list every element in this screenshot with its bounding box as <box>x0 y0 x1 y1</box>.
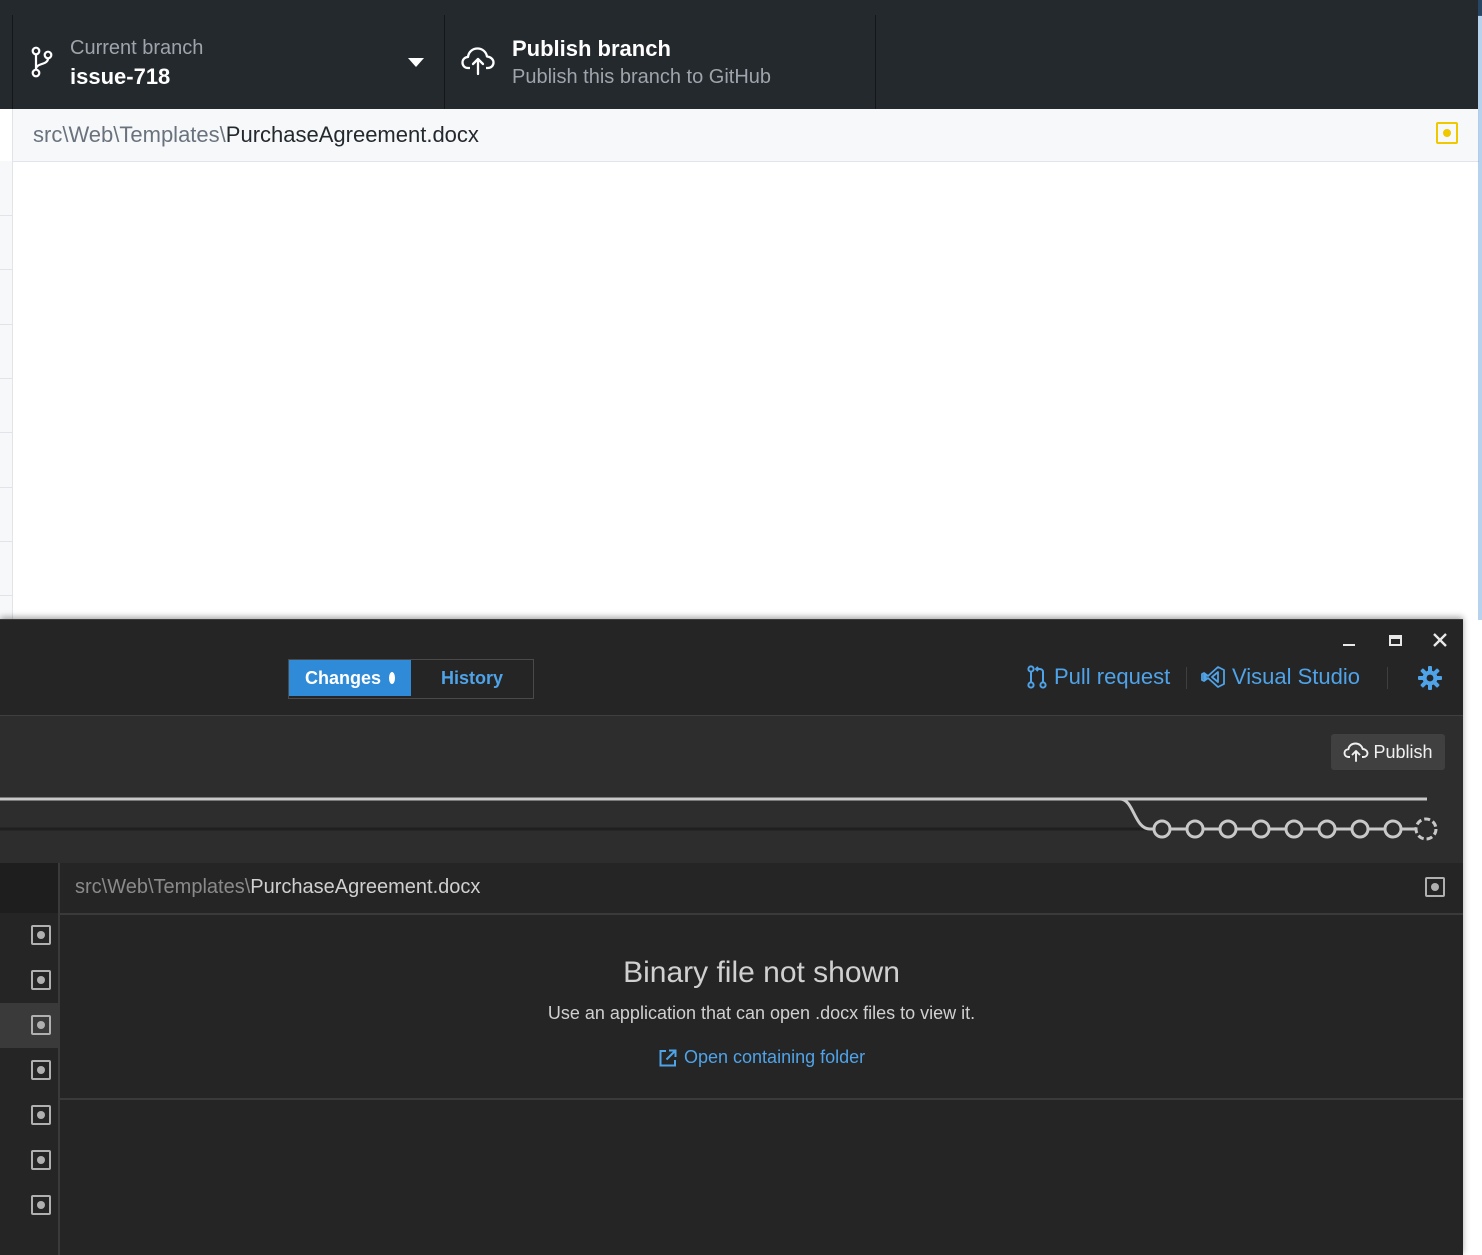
commit-node[interactable] <box>1251 819 1271 839</box>
toolbar-separator <box>1186 667 1187 689</box>
commit-node[interactable] <box>1152 819 1172 839</box>
cloud-upload-icon <box>1344 742 1369 762</box>
file-path-filename: PurchaseAgreement.docx <box>250 876 481 898</box>
list-divider <box>0 595 12 596</box>
visual-studio-icon <box>1201 666 1225 688</box>
list-divider <box>0 432 12 433</box>
file-list-item[interactable] <box>0 1183 58 1228</box>
title-bar: Changes History Pull request Visual Stud… <box>0 620 1463 716</box>
chevron-down-icon <box>408 58 424 67</box>
minimize-button[interactable] <box>1334 628 1364 652</box>
external-link-icon <box>659 1049 677 1066</box>
list-divider <box>0 541 12 542</box>
current-branch-button[interactable]: Current branch issue-718 <box>13 15 445 109</box>
modified-status-icon <box>1436 122 1458 144</box>
file-path: src\Web\Templates\PurchaseAgreement.docx <box>75 876 480 899</box>
pull-request-label: Pull request <box>1054 664 1171 689</box>
branch-name: issue-718 <box>70 64 171 89</box>
title-strip <box>0 0 1482 16</box>
list-divider <box>0 378 12 379</box>
file-list-item[interactable] <box>0 1003 58 1048</box>
maximize-button[interactable] <box>1380 628 1410 652</box>
changed-files-list <box>0 161 13 620</box>
tab-history[interactable]: History <box>411 660 533 696</box>
file-list-item[interactable] <box>0 1048 58 1093</box>
file-list-item[interactable] <box>0 1138 58 1183</box>
commit-node[interactable] <box>1414 817 1438 841</box>
changes-indicator-dot <box>389 672 395 684</box>
modified-status-icon <box>31 970 51 990</box>
diff-file-header: src\Web\Templates\PurchaseAgreement.docx <box>60 863 1463 915</box>
binary-file-title: Binary file not shown <box>623 956 900 989</box>
list-divider <box>0 215 12 216</box>
tab-changes[interactable]: Changes <box>289 660 411 696</box>
foreground-window: Changes History Pull request Visual Stud… <box>0 619 1463 1255</box>
current-branch-label: Current branch <box>70 37 204 59</box>
file-path-directory: src\Web\Templates\ <box>33 122 226 147</box>
commit-node[interactable] <box>1284 819 1304 839</box>
git-branch-icon <box>31 46 53 83</box>
gear-icon <box>1418 666 1442 690</box>
modified-status-icon <box>31 1150 51 1170</box>
modified-status-icon <box>1425 877 1445 897</box>
commit-node[interactable] <box>1317 819 1337 839</box>
tab-changes-label: Changes <box>305 667 382 688</box>
close-button[interactable] <box>1425 628 1455 652</box>
diff-divider <box>60 1098 1463 1100</box>
toolbar-separator <box>1387 667 1388 689</box>
file-list-header <box>0 863 58 913</box>
file-path-filename: PurchaseAgreement.docx <box>225 122 479 147</box>
branch-status-bar: Publish <box>0 716 1463 863</box>
commit-node[interactable] <box>1383 819 1403 839</box>
binary-file-message: Use an application that can open .docx f… <box>547 1003 976 1023</box>
cloud-upload-icon <box>461 46 495 81</box>
changed-files-list <box>0 863 60 1255</box>
commit-graph <box>0 797 1438 841</box>
publish-branch-subtitle: Publish this branch to GitHub <box>512 66 772 88</box>
file-list-item[interactable] <box>0 913 58 958</box>
publish-branch-title: Publish branch <box>512 36 671 61</box>
commit-node[interactable] <box>1350 819 1370 839</box>
file-path: src\Web\Templates\PurchaseAgreement.docx <box>33 122 479 148</box>
modified-status-icon <box>31 1060 51 1080</box>
list-divider <box>0 269 12 270</box>
list-divider <box>0 487 12 488</box>
visual-studio-button[interactable]: Visual Studio <box>1201 664 1360 690</box>
minimize-icon <box>1343 644 1355 646</box>
window-edge <box>1478 0 1482 620</box>
maximize-icon <box>1388 634 1402 646</box>
diff-pane: src\Web\Templates\PurchaseAgreement.docx… <box>60 863 1463 1255</box>
open-containing-folder-link[interactable]: Open containing folder <box>658 1047 865 1068</box>
file-list-item[interactable] <box>0 1093 58 1138</box>
modified-status-icon <box>31 1015 51 1035</box>
publish-button-label: Publish <box>1373 741 1433 762</box>
diff-file-header: src\Web\Templates\PurchaseAgreement.docx <box>12 109 1479 162</box>
view-tabs: Changes History <box>288 659 534 699</box>
pull-request-button[interactable]: Pull request <box>1027 664 1170 690</box>
pull-request-icon <box>1027 665 1047 689</box>
file-path-directory: src\Web\Templates\ <box>75 876 251 898</box>
file-list-item[interactable] <box>0 958 58 1003</box>
modified-status-icon <box>31 1105 51 1125</box>
commit-node[interactable] <box>1185 819 1205 839</box>
publish-branch-button[interactable]: Publish branch Publish this branch to Gi… <box>445 15 876 109</box>
tab-history-label: History <box>440 667 503 688</box>
publish-button[interactable]: Publish <box>1331 734 1445 770</box>
commit-node[interactable] <box>1218 819 1238 839</box>
list-divider <box>0 324 12 325</box>
settings-button[interactable] <box>1417 665 1443 696</box>
visual-studio-label: Visual Studio <box>1232 664 1361 689</box>
modified-status-icon <box>31 925 51 945</box>
open-containing-folder-label: Open containing folder <box>684 1047 866 1067</box>
close-icon <box>1433 633 1447 647</box>
commit-nodes <box>1152 817 1438 841</box>
modified-status-icon <box>31 1195 51 1215</box>
background-window: Current branch issue-718 Publish branch … <box>0 0 1482 620</box>
